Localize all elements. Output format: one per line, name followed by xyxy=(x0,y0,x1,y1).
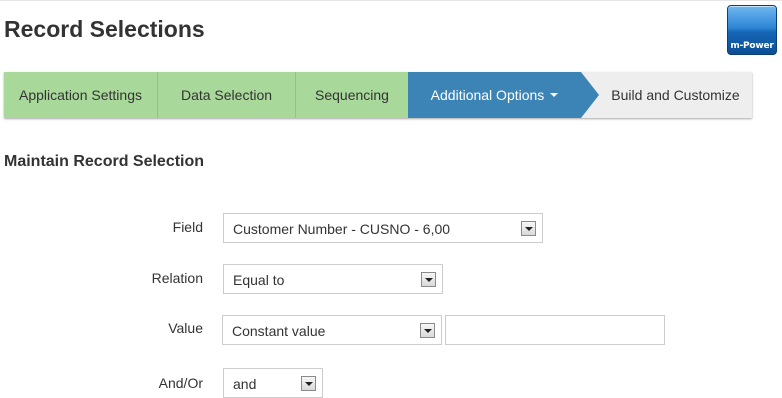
value-type-value: Constant value xyxy=(232,323,326,339)
value-type-select[interactable]: Constant value xyxy=(222,315,442,345)
field-select[interactable]: Customer Number - CUSNO - 6,00 xyxy=(223,213,543,243)
chevron-down-icon xyxy=(550,93,559,97)
logo-text: m-Power xyxy=(730,41,774,51)
step-label: Additional Options xyxy=(430,87,545,103)
wizard-steps: Application Settings Data Selection Sequ… xyxy=(4,72,752,118)
value-input[interactable] xyxy=(445,315,665,345)
active-step-arrow xyxy=(581,72,599,118)
chevron-down-icon xyxy=(421,272,436,287)
andor-label: And/Or xyxy=(158,375,203,391)
andor-select-value: and xyxy=(233,376,257,392)
relation-select[interactable]: Equal to xyxy=(223,264,443,294)
relation-select-value: Equal to xyxy=(233,272,285,288)
mpower-logo: m-Power xyxy=(727,5,777,55)
step-build-and-customize[interactable]: Build and Customize xyxy=(599,72,752,118)
step-data-selection[interactable]: Data Selection xyxy=(158,72,296,118)
step-sequencing[interactable]: Sequencing xyxy=(296,72,408,118)
andor-select[interactable]: and xyxy=(223,368,323,398)
relation-label: Relation xyxy=(151,270,203,286)
chevron-down-icon xyxy=(420,323,435,338)
step-label: Data Selection xyxy=(180,87,273,103)
header-divider xyxy=(0,0,782,1)
value-label: Value xyxy=(168,320,203,336)
page-title: Record Selections xyxy=(4,16,205,42)
step-label: Sequencing xyxy=(315,87,389,103)
section-title: Maintain Record Selection xyxy=(4,153,205,170)
chevron-down-icon xyxy=(301,376,316,391)
field-label: Field xyxy=(172,219,203,235)
step-label: Application Settings xyxy=(19,87,142,103)
field-select-value: Customer Number - CUSNO - 6,00 xyxy=(233,221,451,237)
step-label: Build and Customize xyxy=(611,87,740,103)
step-application-settings[interactable]: Application Settings xyxy=(4,72,158,118)
step-additional-options[interactable]: Additional Options xyxy=(408,72,581,118)
chevron-down-icon xyxy=(521,221,536,236)
